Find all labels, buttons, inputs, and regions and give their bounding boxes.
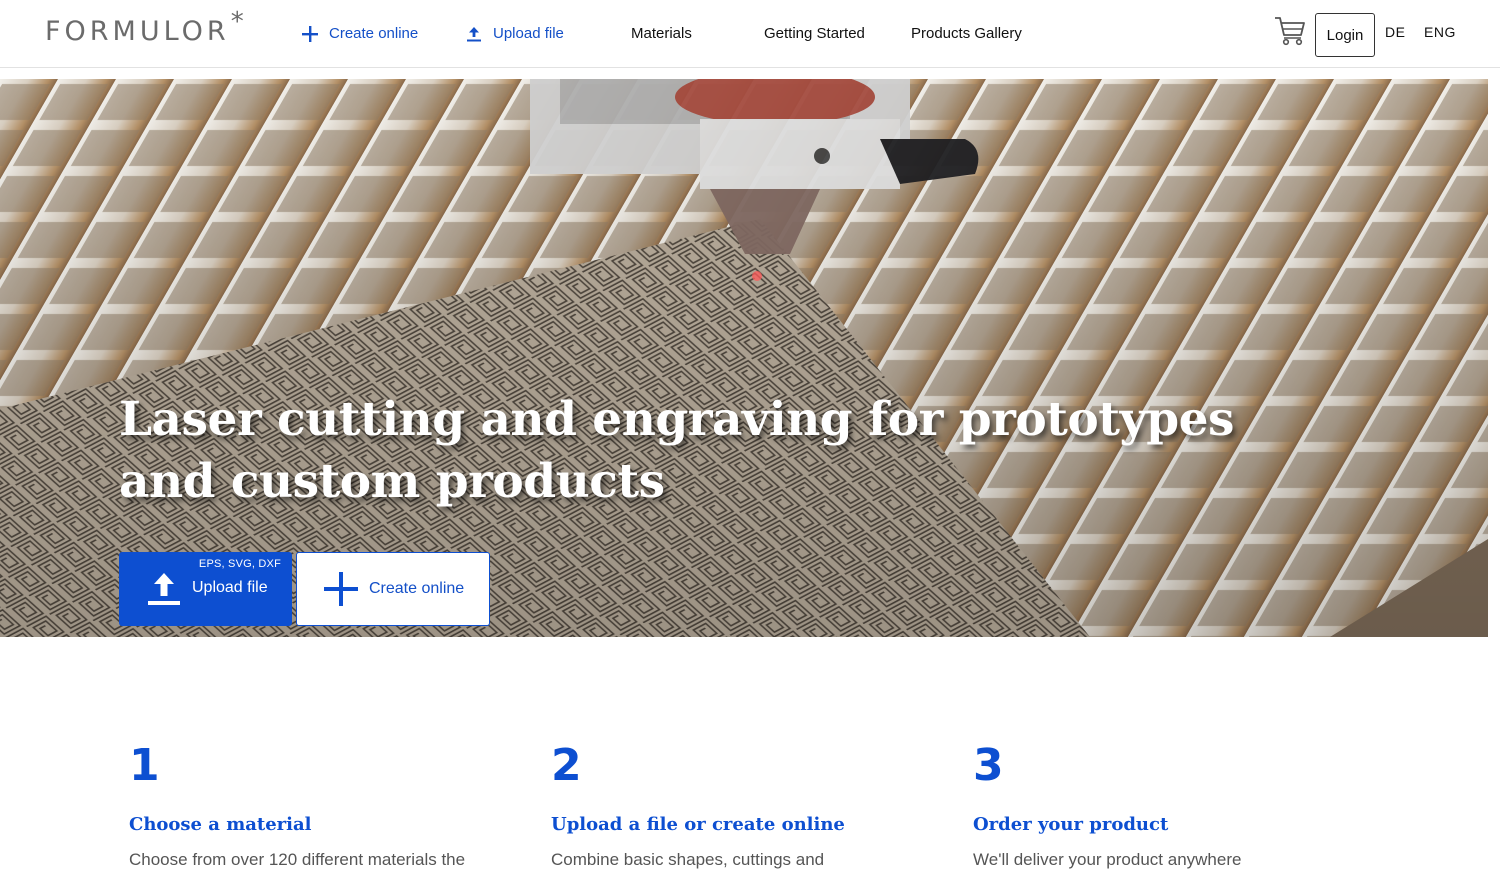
cart-icon[interactable] (1273, 15, 1307, 47)
plus-icon (324, 572, 358, 606)
step-number: 3 (973, 740, 1004, 791)
step-title: Upload a file or create online (551, 814, 845, 835)
logo-mark: * (230, 7, 244, 37)
step-description: Combine basic shapes, cuttings and (551, 850, 825, 869)
nav-create-online-label: Create online (329, 25, 419, 42)
hero-create-online-label: Create online (369, 580, 465, 597)
step-description: Choose from over 120 different materials… (129, 850, 466, 869)
nav-products-gallery[interactable]: Products Gallery (911, 22, 1022, 46)
hero-banner: Laser cutting and engraving for prototyp… (0, 79, 1488, 637)
hero-upload-file-button[interactable]: EPS, SVG, DXF Upload file (119, 552, 292, 626)
step-2: 2 Upload a file or create online Combine… (551, 740, 951, 872)
nav-upload-file[interactable]: Upload file (465, 22, 564, 46)
nav-materials[interactable]: Materials (631, 22, 692, 46)
hero-title-line1: Laser cutting and engraving for prototyp… (119, 392, 1235, 447)
nav-create-online[interactable]: Create online (301, 22, 418, 46)
login-button[interactable]: Login (1315, 13, 1375, 57)
upload-formats-note: EPS, SVG, DXF (198, 558, 281, 570)
nav-getting-started[interactable]: Getting Started (764, 22, 865, 46)
site-header: FORMULOR* Create online Upload file Mate… (0, 0, 1500, 68)
formulor-logo[interactable]: FORMULOR* (45, 7, 244, 48)
hero-create-online-button[interactable]: Create online (296, 552, 490, 626)
step-3: 3 Order your product We'll deliver your … (973, 740, 1373, 872)
nav-getting-started-label: Getting Started (764, 25, 865, 42)
hero-title-line2: and custom products (119, 454, 665, 509)
nav-materials-label: Materials (631, 25, 692, 42)
nav-upload-file-label: Upload file (493, 25, 564, 42)
logo-text: FORMULOR (45, 16, 230, 47)
hero-upload-file-label: Upload file (192, 579, 268, 596)
hero-title: Laser cutting and engraving for prototyp… (119, 389, 1299, 513)
step-description: We'll deliver your product anywhere (973, 850, 1242, 869)
step-number: 1 (129, 740, 160, 791)
step-title: Choose a material (129, 814, 312, 835)
step-1: 1 Choose a material Choose from over 120… (129, 740, 529, 872)
upload-icon (467, 27, 481, 42)
step-title: Order your product (973, 814, 1169, 835)
lang-de[interactable]: DE (1385, 24, 1405, 40)
upload-icon (148, 573, 180, 605)
nav-products-gallery-label: Products Gallery (911, 25, 1022, 42)
step-number: 2 (551, 740, 582, 791)
plus-icon (302, 26, 318, 42)
lang-eng[interactable]: ENG (1424, 24, 1456, 40)
